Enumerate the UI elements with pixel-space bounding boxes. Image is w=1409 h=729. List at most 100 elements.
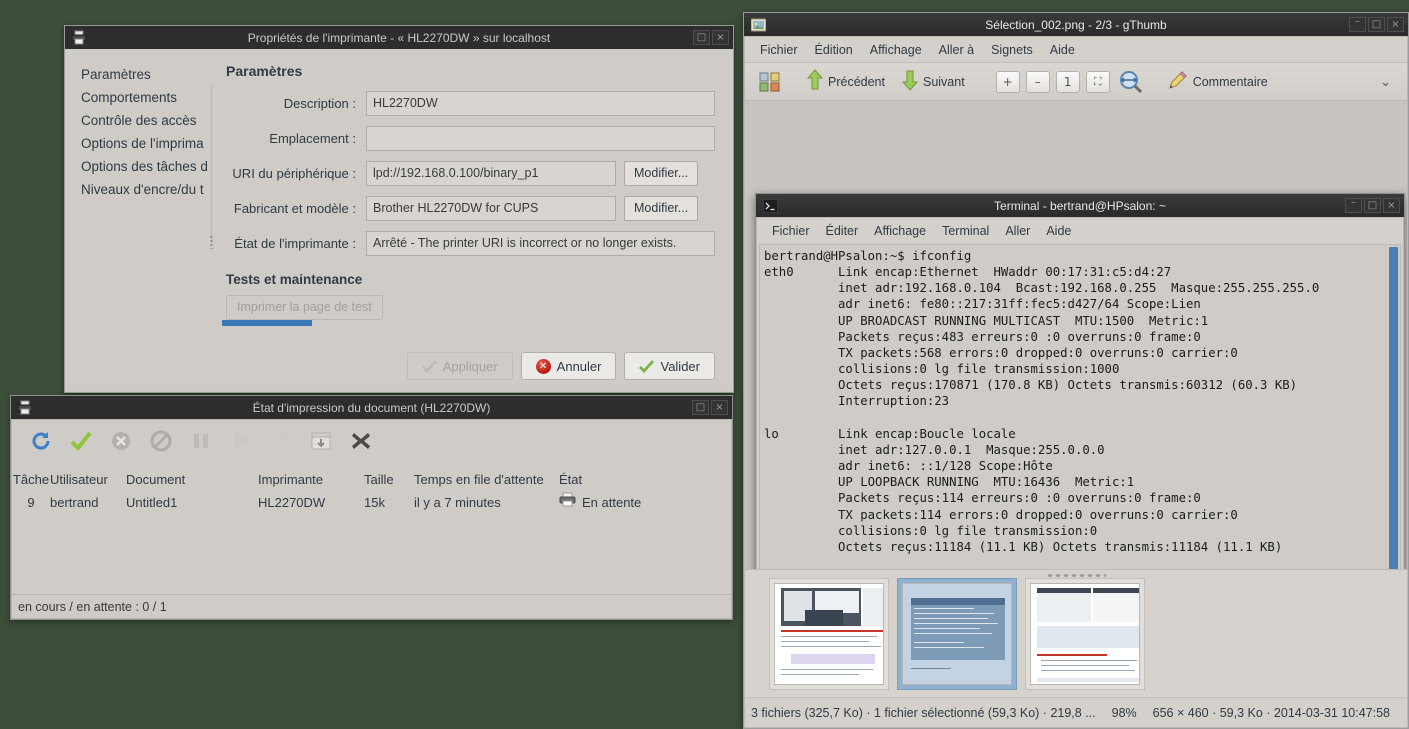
terminal-scrollbar-thumb[interactable] bbox=[1389, 247, 1398, 569]
cell-task: 9 bbox=[27, 495, 35, 510]
field-description: Description : HL2270DW bbox=[226, 91, 715, 116]
menu-affichage[interactable]: Affichage bbox=[867, 221, 933, 241]
delete-icon[interactable] bbox=[348, 428, 374, 454]
sidebar-item-options-imprimante[interactable]: Options de l'imprima bbox=[81, 132, 211, 155]
table-header-row: Tâche Utilisateur Document Imprimante Ta… bbox=[12, 468, 731, 491]
gthumb-menubar[interactable]: Fichier Édition Affichage Aller à Signet… bbox=[745, 37, 1407, 63]
menu-signets[interactable]: Signets bbox=[984, 40, 1040, 60]
thumbnail-1[interactable] bbox=[769, 577, 889, 690]
terminal-window-buttons[interactable]: – □ × bbox=[1345, 198, 1404, 213]
refresh-icon[interactable] bbox=[28, 428, 54, 454]
next-button[interactable]: Suivant bbox=[896, 67, 970, 96]
field-printer-state: État de l'imprimante : Arrêté - The prin… bbox=[226, 231, 715, 256]
close-button[interactable]: × bbox=[712, 30, 729, 45]
field-description-input[interactable]: HL2270DW bbox=[366, 91, 715, 116]
dialog-action-buttons[interactable]: Appliquer ✕ Annuler Valider bbox=[406, 352, 715, 380]
thumbnail-1-image bbox=[774, 582, 884, 685]
close-button[interactable]: × bbox=[711, 400, 728, 415]
terminal-titlebar[interactable]: Terminal - bertrand@HPsalon: ~ – □ × bbox=[756, 194, 1404, 217]
sidebar-item-controle-acces[interactable]: Contrôle des accès bbox=[81, 109, 211, 132]
field-location-input[interactable] bbox=[366, 126, 715, 151]
print-test-page-button[interactable]: Imprimer la page de test bbox=[226, 295, 383, 320]
print-job-toolbar[interactable] bbox=[12, 420, 731, 462]
terminal-menubar[interactable]: Fichier Éditer Affichage Terminal Aller … bbox=[757, 218, 1403, 244]
image-icon bbox=[747, 15, 769, 34]
terminal-screen[interactable]: bertrand@HPsalon:~$ ifconfig eth0 Link e… bbox=[759, 244, 1401, 569]
printer-properties-title: Propriétés de l'imprimante - « HL2270DW … bbox=[247, 30, 551, 45]
gthumb-titlebar[interactable]: Sélection_002.png - 2/3 - gThumb – □ × bbox=[744, 13, 1408, 36]
print-job-window[interactable]: État d'impression du document (HL2270DW)… bbox=[10, 395, 733, 620]
printer-properties-window[interactable]: Propriétés de l'imprimante - « HL2270DW … bbox=[64, 25, 734, 393]
menu-fichier[interactable]: Fichier bbox=[753, 40, 805, 60]
status-zoom: 98% bbox=[1111, 705, 1137, 720]
column-header-printer: Imprimante bbox=[258, 472, 324, 487]
printer-icon bbox=[68, 28, 90, 47]
terminal-window[interactable]: Terminal - bertrand@HPsalon: ~ – □ × Fic… bbox=[755, 193, 1405, 569]
close-button[interactable]: × bbox=[1387, 17, 1404, 32]
maximize-button[interactable]: □ bbox=[692, 400, 709, 415]
previous-button[interactable]: Précédent bbox=[801, 67, 890, 96]
zoom-in-icon[interactable]: + bbox=[995, 70, 1020, 93]
field-make-model-input[interactable]: Brother HL2270DW for CUPS bbox=[366, 196, 616, 221]
menu-editer[interactable]: Éditer bbox=[819, 221, 866, 241]
ok-button[interactable]: Valider bbox=[624, 352, 715, 380]
sidebar-item-niveaux-encre[interactable]: Niveaux d'encre/du t bbox=[81, 178, 211, 201]
maximize-button[interactable]: □ bbox=[1364, 198, 1381, 213]
zoom-fit-icon[interactable]: ⛶ bbox=[1085, 70, 1110, 93]
printer-properties-sidebar[interactable]: Paramètres Comportements Contrôle des ac… bbox=[65, 49, 211, 392]
print-job-titlebar[interactable]: État d'impression du document (HL2270DW)… bbox=[11, 396, 732, 419]
cancel-icon: ✕ bbox=[535, 358, 551, 374]
make-model-change-button[interactable]: Modifier... bbox=[624, 196, 699, 221]
resize-grip[interactable] bbox=[1046, 573, 1106, 578]
archive-icon bbox=[308, 428, 334, 454]
gthumb-toolbar[interactable]: Précédent Suivant + – 1 ⛶ Commentaire ⌄ bbox=[745, 63, 1407, 101]
cancel-button[interactable]: ✕ Annuler bbox=[520, 352, 617, 380]
minimize-button[interactable]: – bbox=[1345, 198, 1362, 213]
terminal-scrollbar[interactable] bbox=[1385, 245, 1400, 569]
chevron-down-icon[interactable]: ⌄ bbox=[1380, 74, 1399, 90]
gthumb-window[interactable]: Sélection_002.png - 2/3 - gThumb – □ × F… bbox=[743, 12, 1409, 729]
pause-icon bbox=[188, 428, 214, 454]
sidebar-item-comportements[interactable]: Comportements bbox=[81, 86, 211, 109]
menu-edition[interactable]: Édition bbox=[808, 40, 860, 60]
gthumb-window-buttons[interactable]: – □ × bbox=[1349, 17, 1408, 32]
printer-properties-window-buttons[interactable]: □ × bbox=[693, 30, 733, 45]
menu-aller-a[interactable]: Aller à bbox=[932, 40, 981, 60]
menu-fichier[interactable]: Fichier bbox=[765, 221, 817, 241]
minimize-button[interactable]: – bbox=[1349, 17, 1366, 32]
table-row[interactable]: 9 bertrand Untitled1 HL2270DW 15k il y a… bbox=[12, 491, 731, 514]
printer-properties-titlebar[interactable]: Propriétés de l'imprimante - « HL2270DW … bbox=[65, 26, 733, 49]
menu-affichage[interactable]: Affichage bbox=[863, 40, 929, 60]
menu-aide[interactable]: Aide bbox=[1039, 221, 1078, 241]
menu-terminal[interactable]: Terminal bbox=[935, 221, 996, 241]
forward-icon bbox=[268, 428, 294, 454]
print-job-window-buttons[interactable]: □ × bbox=[692, 400, 732, 415]
terminal-icon bbox=[759, 196, 781, 215]
gthumb-statusbar: 3 fichiers (325,7 Ko) · 1 fichier sélect… bbox=[745, 697, 1407, 727]
sidebar-item-parametres[interactable]: Paramètres bbox=[81, 63, 211, 86]
field-make-model: Fabricant et modèle : Brother HL2270DW f… bbox=[226, 196, 715, 221]
thumbnails-grid-icon[interactable] bbox=[753, 69, 787, 95]
cell-size: 15k bbox=[364, 495, 385, 510]
device-uri-change-button[interactable]: Modifier... bbox=[624, 161, 699, 186]
maximize-button[interactable]: □ bbox=[1368, 17, 1385, 32]
thumbnail-3[interactable] bbox=[1025, 577, 1145, 690]
maximize-button[interactable]: □ bbox=[693, 30, 710, 45]
zoom-actual-size-icon[interactable]: 1 bbox=[1055, 70, 1080, 93]
menu-aller[interactable]: Aller bbox=[998, 221, 1037, 241]
close-button[interactable]: × bbox=[1383, 198, 1400, 213]
print-job-table[interactable]: Tâche Utilisateur Document Imprimante Ta… bbox=[12, 462, 731, 594]
menu-aide[interactable]: Aide bbox=[1043, 40, 1082, 60]
gthumb-thumbnail-strip[interactable] bbox=[745, 569, 1407, 697]
apply-button[interactable]: Appliquer bbox=[406, 352, 513, 380]
comment-button[interactable]: Commentaire bbox=[1162, 67, 1273, 96]
zoom-fit-width-icon[interactable] bbox=[1116, 70, 1146, 94]
field-device-uri-input[interactable]: lpd://192.168.0.100/binary_p1 bbox=[366, 161, 616, 186]
gthumb-image-viewer[interactable]: Terminal - bertrand@HPsalon: ~ – □ × Fic… bbox=[745, 101, 1407, 569]
thumbnail-2[interactable] bbox=[897, 577, 1017, 690]
resume-icon[interactable] bbox=[68, 428, 94, 454]
zoom-out-icon[interactable]: – bbox=[1025, 70, 1050, 93]
terminal-output[interactable]: bertrand@HPsalon:~$ ifconfig eth0 Link e… bbox=[760, 245, 1385, 569]
progress-bar-fill bbox=[222, 320, 312, 326]
sidebar-item-options-taches[interactable]: Options des tâches d bbox=[81, 155, 211, 178]
